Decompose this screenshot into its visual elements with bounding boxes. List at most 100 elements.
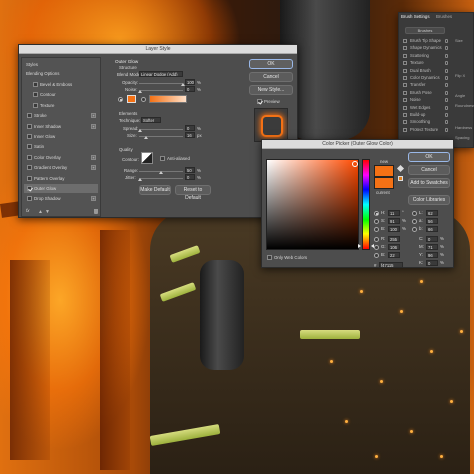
blending-options[interactable]: Blending Options [26,71,59,76]
color-picker-ok-button[interactable]: OK [408,152,450,162]
style-checkbox[interactable] [27,113,32,119]
add-style-plus-icon[interactable]: + [91,123,96,129]
glow-gradient-picker[interactable] [149,95,187,103]
brush-setting-checkbox[interactable] [403,61,407,66]
layer-style-ok-button[interactable]: OK [249,59,293,69]
color-radio[interactable] [118,97,123,102]
color-field-input[interactable]: 71 [426,243,438,250]
brush-setting-checkbox[interactable] [403,105,407,110]
color-field-input[interactable]: 62 [426,209,438,216]
color-picker-cancel-button[interactable]: Cancel [408,165,450,175]
noise-input[interactable]: 0 [185,86,195,92]
style-checkbox[interactable] [27,165,32,171]
style-item[interactable]: Bevel & Emboss [24,80,98,89]
lock-icon[interactable] [445,120,448,125]
color-libraries-button[interactable]: Color Libraries [408,195,450,205]
style-item[interactable]: Contour [24,90,98,99]
style-item[interactable]: Texture [24,101,98,110]
color-field-input[interactable]: 96 [426,251,438,258]
saturation-brightness-field[interactable] [266,159,359,250]
color-field-input[interactable]: 255 [388,235,400,242]
lock-icon[interactable] [445,61,448,66]
brush-setting-item[interactable]: Scattering [402,53,450,60]
style-item[interactable]: Pattern Overlay [24,174,98,183]
lock-icon[interactable] [445,127,448,132]
color-mode-radio[interactable] [374,226,379,232]
brush-setting-item[interactable]: Noise [402,97,450,104]
brush-setting-item[interactable]: Wet Edges [402,105,450,112]
brush-setting-checkbox[interactable] [403,120,407,125]
style-checkbox[interactable] [27,196,32,202]
lock-icon[interactable] [445,68,448,73]
gamut-warning-icon[interactable] [396,164,405,173]
style-checkbox[interactable] [27,154,32,160]
brush-setting-checkbox[interactable] [403,98,407,103]
brushes-tab[interactable]: Brushes [436,14,452,19]
noise-slider[interactable] [139,90,183,91]
size-input[interactable]: 16 [185,132,195,138]
glow-color-swatch[interactable] [127,95,136,103]
style-item[interactable]: Inner Shadow + [24,122,98,131]
move-down-icon[interactable]: ▼ [45,209,50,215]
lock-icon[interactable] [445,76,448,80]
technique-select[interactable]: Softer [141,117,161,123]
color-mode-radio[interactable] [374,236,379,242]
lock-icon[interactable] [445,105,448,110]
brush-setting-checkbox[interactable] [403,127,407,132]
brush-setting-checkbox[interactable] [403,90,407,95]
style-checkbox[interactable] [27,186,32,191]
opacity-slider[interactable] [139,83,183,84]
brush-setting-item[interactable]: Shape Dynamics [402,45,450,52]
gradient-radio[interactable] [141,97,146,102]
jitter-slider-knob[interactable] [138,178,142,181]
hue-slider-arrow-left[interactable] [358,244,361,248]
brush-setting-item[interactable]: Build-up [402,112,450,119]
brush-setting-item[interactable]: Smoothing [402,119,450,126]
lock-icon[interactable] [445,39,448,43]
blend-mode-select[interactable]: Linear Dodge (Add) [139,71,183,77]
brush-setting-checkbox[interactable] [403,39,407,43]
size-slider-knob[interactable] [144,136,148,139]
brush-setting-item[interactable]: Brush Pose [402,90,450,97]
hex-input[interactable]: f47115 [379,262,403,268]
brush-setting-checkbox[interactable] [403,83,407,88]
jitter-slider[interactable] [139,178,183,179]
jitter-input[interactable]: 0 [185,174,195,180]
lock-icon[interactable] [445,83,448,88]
color-mode-radio[interactable] [412,218,417,224]
current-color-swatch[interactable] [374,177,394,189]
color-field-input[interactable]: 100 [388,225,400,232]
brush-setting-item[interactable]: Color Dynamics [402,75,450,82]
color-field-input[interactable]: 11 [388,209,400,216]
brush-setting-item[interactable]: Brush Tip Shape [402,38,450,45]
brush-setting-checkbox[interactable] [403,68,407,73]
brush-setting-item[interactable]: Dual Brush [402,68,450,75]
color-field-input[interactable]: 106 [388,243,400,250]
color-mode-radio[interactable] [374,252,379,258]
fx-icon[interactable]: fx [26,208,29,213]
brush-setting-item[interactable]: Transfer [402,82,450,89]
color-selector-circle[interactable] [352,161,358,167]
style-checkbox[interactable] [27,144,32,150]
add-to-swatches-button[interactable]: Add to Swatches [408,178,450,188]
make-default-button[interactable]: Make Default [139,185,171,195]
add-style-plus-icon[interactable]: + [91,154,96,160]
lock-icon[interactable] [445,113,448,117]
style-item[interactable]: Color Overlay + [24,153,98,162]
style-checkbox[interactable] [27,175,32,181]
style-item[interactable]: Satin [24,142,98,151]
brush-setting-checkbox[interactable] [403,53,407,58]
opacity-input[interactable]: 100 [185,79,195,85]
style-checkbox[interactable] [33,102,38,108]
spread-slider[interactable] [139,129,183,130]
contour-thumbnail[interactable] [141,152,153,164]
color-mode-radio[interactable] [374,210,379,216]
style-item[interactable]: Gradient Overlay + [24,163,98,172]
range-slider-knob[interactable] [159,171,163,174]
only-web-colors-checkbox[interactable] [267,255,272,260]
brush-setting-checkbox[interactable] [403,46,407,51]
lock-icon[interactable] [445,46,448,51]
move-up-icon[interactable]: ▲ [38,209,43,215]
style-checkbox[interactable] [33,92,38,98]
reset-to-default-button[interactable]: Reset to Default [175,185,211,201]
